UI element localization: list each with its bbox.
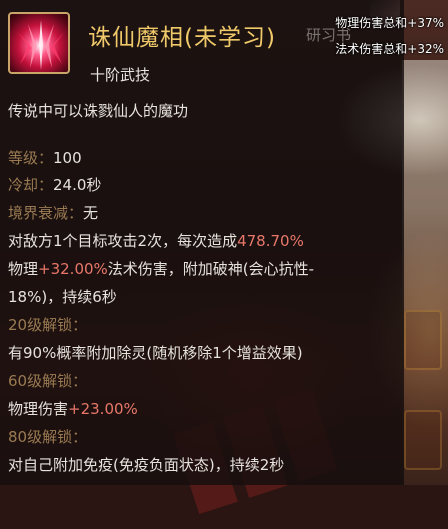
skill-tooltip-panel: 诛仙魔相(未学习) 研习书 十阶武技 传说中可以诛戮仙人的魔功 等级：100 冷… <box>0 0 404 485</box>
bonus-label: 物理伤害总和 <box>335 16 408 30</box>
physical-damage-total: 物理伤害总和+37% <box>335 14 444 31</box>
decay-value: 无 <box>83 204 99 222</box>
unlock-20-text: 有90%概率附加除灵(随机移除1个增益效果) <box>8 346 303 361</box>
effect-line-3: 18%)，持续6秒 <box>8 288 117 306</box>
magic-damage-total: 法术伤害总和+32% <box>335 40 444 57</box>
background-item-slot <box>404 310 442 370</box>
unlock-text: 有90%概率附加除灵(随机移除1个增益效果) <box>8 344 303 362</box>
cooldown-label: 冷却： <box>8 176 54 194</box>
unlock-20-title: 20级解锁： <box>8 316 88 334</box>
skill-icon <box>8 12 70 74</box>
level-row: 等级：100 <box>8 151 82 166</box>
physical-bonus-percent: +23.00% <box>68 400 138 418</box>
skill-name: 诛仙魔相(未学习) <box>88 25 276 51</box>
level-value: 100 <box>53 149 82 167</box>
background-side-panel <box>402 60 448 485</box>
unlock-text: 物理伤害 <box>8 400 69 418</box>
magic-bonus-percent: +32.00% <box>38 260 108 278</box>
skill-description: 传说中可以诛戮仙人的魔功 <box>8 102 189 120</box>
skill-tier: 十阶武技 <box>90 66 151 84</box>
effect-line-2: 物理+32.00%法术伤害，附加破神(会心抗性- <box>8 262 314 277</box>
demon-aura-icon <box>18 20 64 70</box>
effect-text: 物理 <box>8 260 39 278</box>
decay-row: 境界衰减：无 <box>8 206 98 221</box>
level-label: 等级： <box>8 149 54 167</box>
effect-line-1: 对敌方1个目标攻击2次，每次造成478.70% <box>8 234 304 249</box>
cooldown-value: 24.0秒 <box>53 176 102 194</box>
unlock-80-title: 80级解锁： <box>8 428 88 446</box>
decay-label: 境界衰减： <box>8 204 84 222</box>
unlock-text: 对自己附加免疫(免疫负面状态)，持续2秒 <box>8 456 285 474</box>
damage-percent: 478.70% <box>237 232 304 250</box>
unlock-60-title: 60级解锁： <box>8 372 88 390</box>
unlock-80-text: 对自己附加免疫(免疫负面状态)，持续2秒 <box>8 458 284 473</box>
cooldown-row: 冷却：24.0秒 <box>8 178 101 193</box>
effect-text: 法术伤害，附加破神(会心抗性- <box>107 260 315 278</box>
background-item-slot <box>404 410 442 470</box>
bonus-value: +32% <box>407 42 444 56</box>
bonus-value: +37% <box>407 16 444 30</box>
unlock-60-text: 物理伤害+23.00% <box>8 402 138 417</box>
effect-text: 对敌方1个目标攻击2次，每次造成 <box>8 232 238 250</box>
bonus-label: 法术伤害总和 <box>335 42 408 56</box>
